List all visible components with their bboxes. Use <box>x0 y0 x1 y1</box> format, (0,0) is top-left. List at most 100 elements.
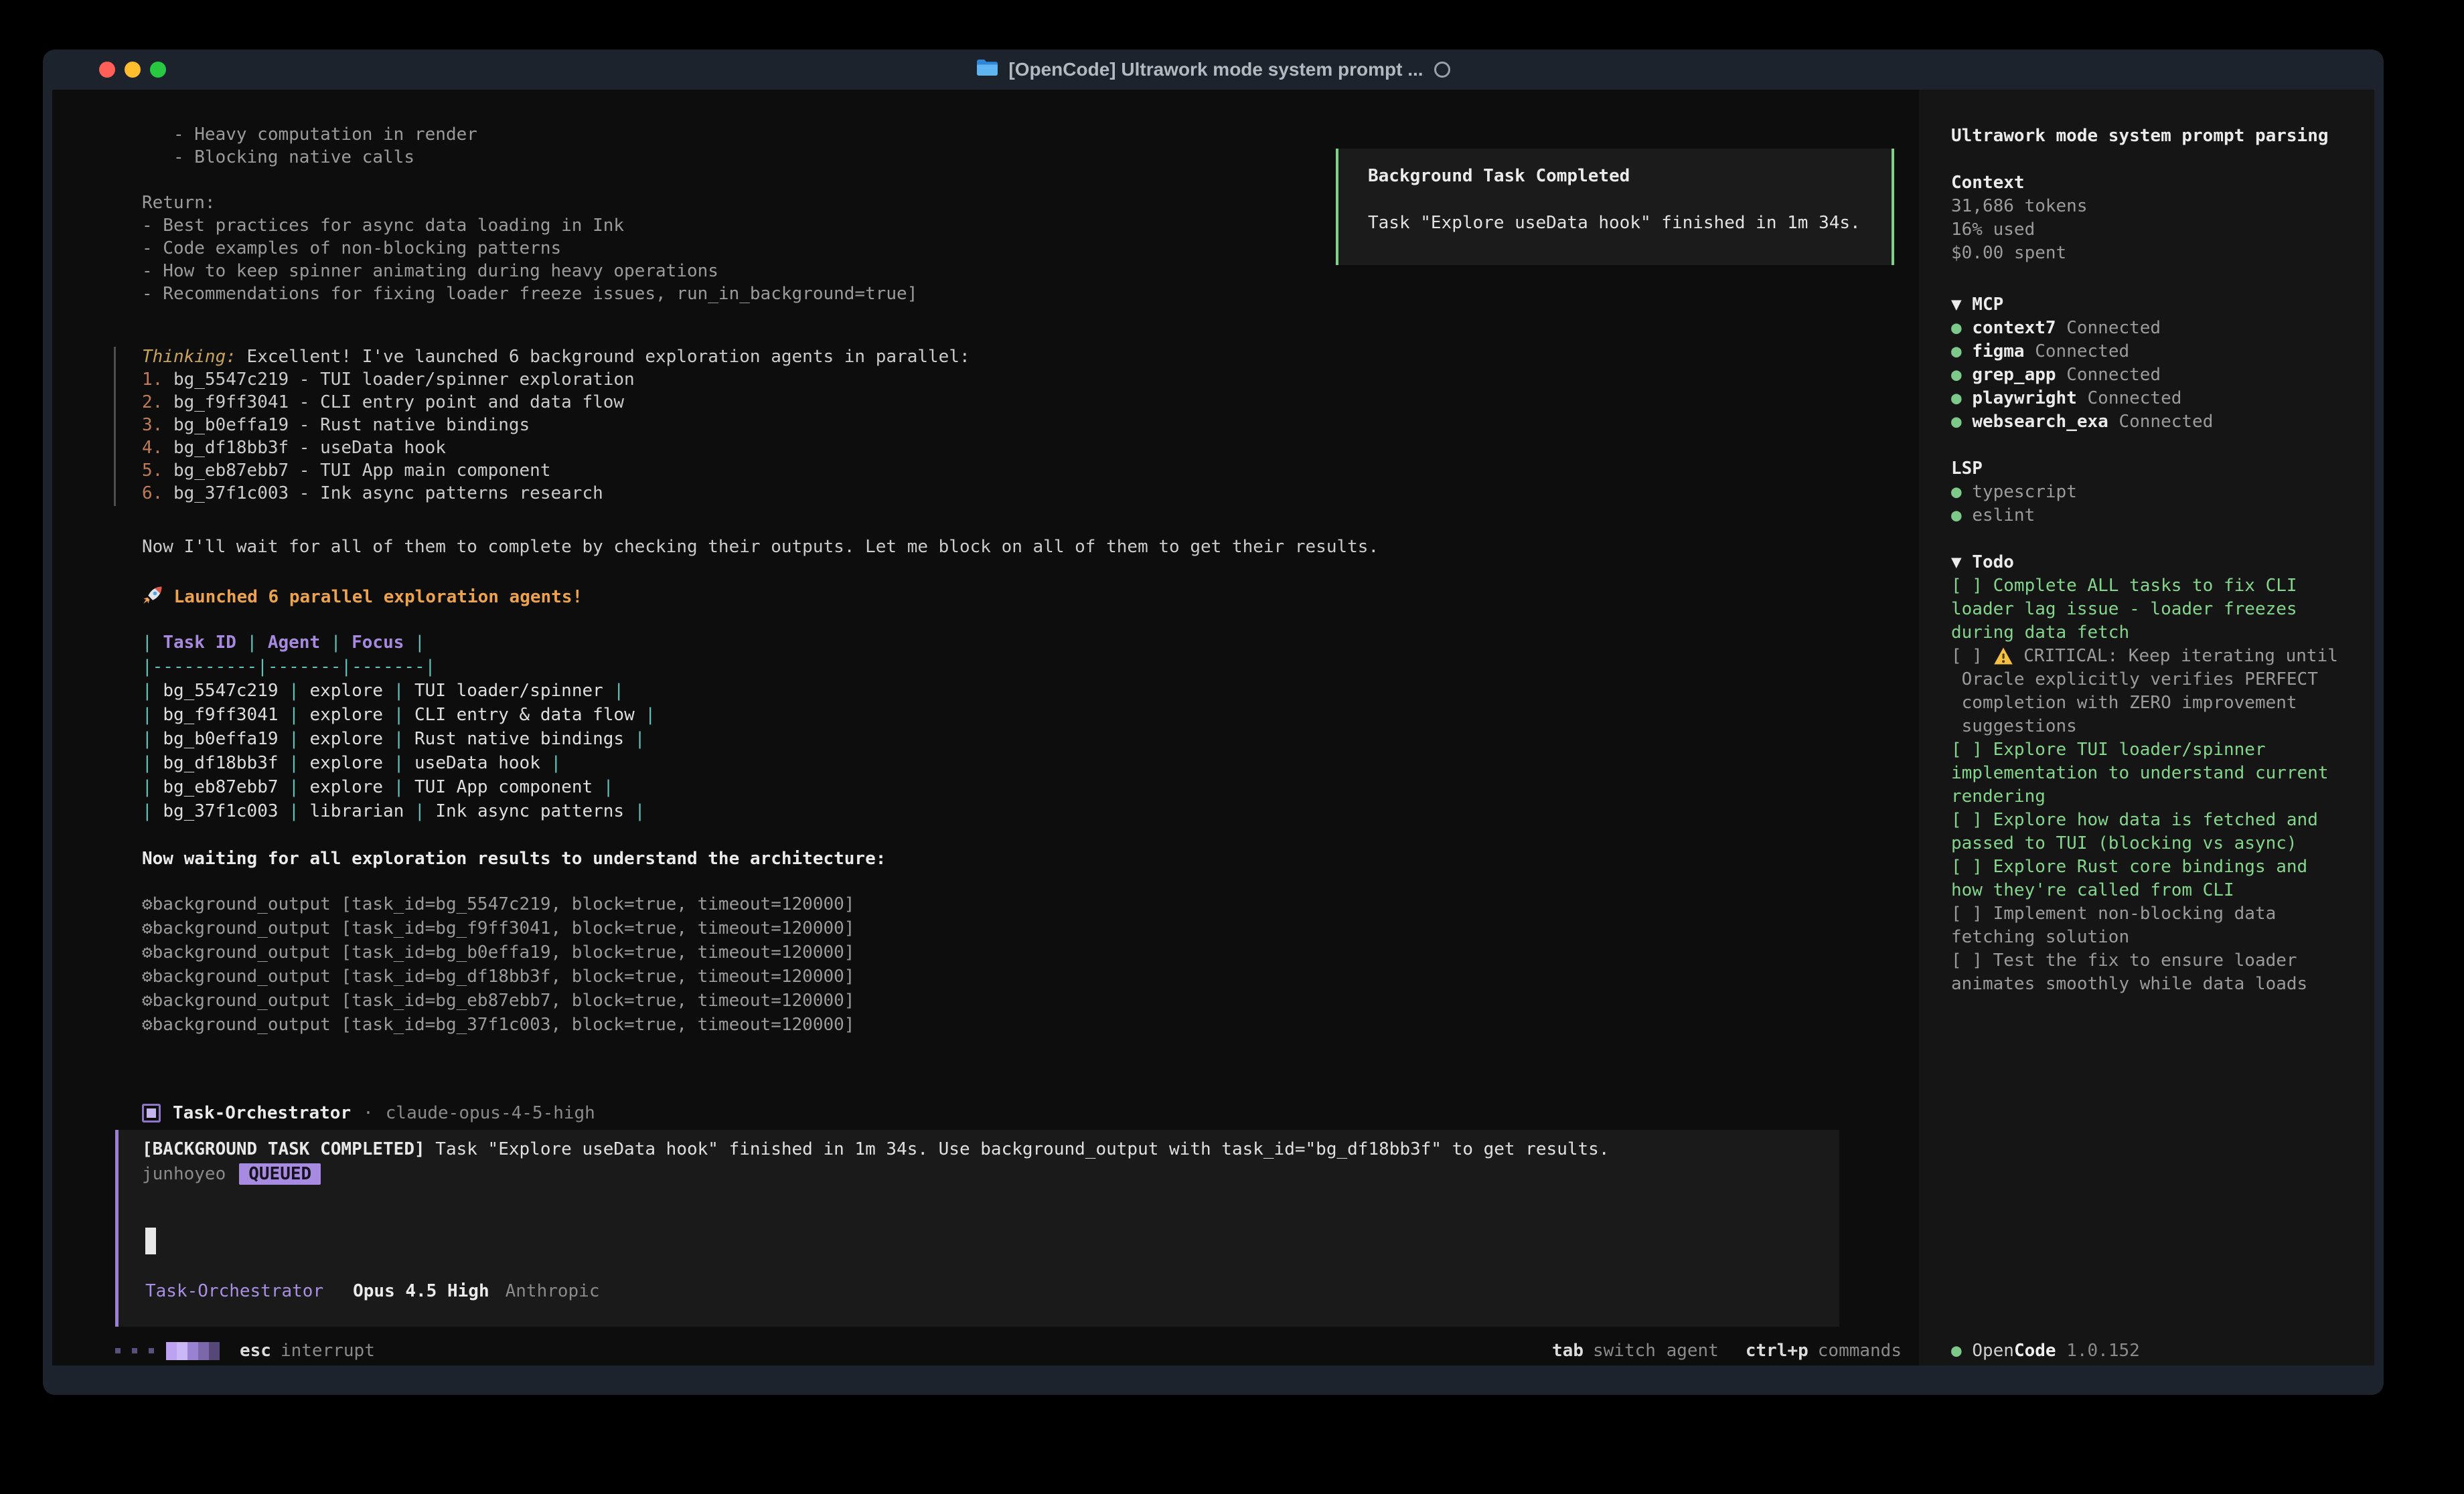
text-segment: | <box>383 681 414 701</box>
text-segment: ● <box>1951 482 1972 502</box>
orchestrator-agent-name: Task-Orchestrator <box>173 1103 351 1123</box>
terminal-content: Task-Orchestrator · claude-opus-4-5-high… <box>52 90 2374 1365</box>
tool-calls-line: ⚙background_output [task_id=bg_f9ff3041,… <box>142 918 854 942</box>
context-stats-line: 16% used <box>1951 220 2088 243</box>
text-segment: | <box>279 753 310 773</box>
text-segment: ● <box>1951 341 1972 361</box>
todo-section: ▼ Todo[ ] Complete ALL tasks to fix CLIl… <box>1951 552 2338 997</box>
text-segment: Excellent! I've launched 6 background ex… <box>236 347 970 367</box>
minimize-button[interactable] <box>125 62 141 78</box>
text-segment: fetching solution <box>1951 927 2129 947</box>
text-segment: $0.00 spent <box>1951 243 2066 263</box>
text-segment: Connected <box>2108 412 2214 432</box>
text-segment: eslint <box>1972 505 2035 525</box>
tool-calls-line: ⚙background_output [task_id=bg_df18bb3f,… <box>142 967 854 991</box>
text-segment: - Heavy computation in render <box>142 124 477 145</box>
title-bar[interactable]: [OpenCode] Ultrawork mode system prompt … <box>43 50 2384 90</box>
text-segment: | <box>279 777 310 797</box>
text-segment: CLI entry & data flow <box>414 705 635 725</box>
text-segment: | <box>593 777 613 797</box>
text-segment: bg_eb87ebb7 <box>163 777 278 797</box>
text-segment: context7 <box>1972 318 2056 338</box>
background-task-toast[interactable]: Background Task Completed Task "Explore … <box>1336 149 1894 265</box>
text-segment: background_output [task_id=bg_b0effa19, … <box>153 942 855 963</box>
context-stats: Context31,686 tokens16% used$0.00 spent <box>1951 173 2088 266</box>
tool-calls: ⚙background_output [task_id=bg_5547c219,… <box>142 894 854 1039</box>
todo-section-line: ▼ Todo <box>1951 552 2338 576</box>
agents-table-line: | bg_5547c219 | explore | TUI loader/spi… <box>142 681 656 705</box>
text-segment: - Recommendations for fixing loader free… <box>142 284 917 304</box>
todo-section-line: [ ] Explore Rust core bindings and <box>1951 857 2338 880</box>
text-segment: [ ] Explore how data is fetched and <box>1951 810 2318 830</box>
todo-section-line: implementation to understand current <box>1951 763 2338 786</box>
todo-section-line: Oracle explicitly verifies PERFECT <box>1951 669 2338 693</box>
background-task-completed-box: [BACKGROUND TASK COMPLETED] Task "Explor… <box>115 1130 1839 1204</box>
text-segment: Connected <box>2056 318 2161 338</box>
text-segment: explore <box>309 705 383 725</box>
completed-detail: Task "Explore useData hook" finished in … <box>425 1139 1610 1159</box>
text-segment: explore <box>309 681 383 701</box>
text-segment: [ ] Explore Rust core bindings and <box>1951 857 2307 877</box>
todo-section-line: rendering <box>1951 786 2338 810</box>
input-agent-name[interactable]: Task-Orchestrator <box>145 1281 323 1301</box>
toast-body: Task "Explore useData hook" finished in … <box>1368 213 1892 233</box>
tool-calls-line: ⚙background_output [task_id=bg_b0effa19,… <box>142 942 854 967</box>
text-segment: | <box>603 681 624 701</box>
completed-message-line: [BACKGROUND TASK COMPLETED] Task "Explor… <box>119 1139 1839 1163</box>
text-segment: | <box>279 681 310 701</box>
text-segment: background_output [task_id=bg_df18bb3f, … <box>153 967 855 987</box>
text-segment: [ ] Test the fix to ensure loader <box>1951 950 2297 971</box>
lsp-section-line: ● typescript <box>1951 482 2077 505</box>
text-segment: ⚙ <box>142 991 153 1011</box>
text-segment: ⚙ <box>142 942 153 963</box>
text-segment: [ ] <box>1951 646 1993 666</box>
input-model-name[interactable]: Opus 4.5 High <box>353 1281 489 1301</box>
text-segment: ⚙ <box>142 1015 153 1035</box>
window-title: [OpenCode] Ultrawork mode system prompt … <box>1008 59 1423 80</box>
text-segment: TUI App component <box>414 777 593 797</box>
context-tail-line: - Code examples of non-blocking patterns <box>142 238 917 261</box>
agents-table-line: | bg_b0effa19 | explore | Rust native bi… <box>142 729 656 753</box>
tab-key-label: switch agent <box>1593 1341 1719 1361</box>
text-segment: explore <box>309 753 383 773</box>
zoom-button[interactable] <box>150 62 166 78</box>
orchestrator-row: Task-Orchestrator · claude-opus-4-5-high <box>142 1100 595 1127</box>
text-segment: ⚙ <box>142 894 153 914</box>
todo-section-line: [ ] Explore how data is fetched and <box>1951 810 2338 833</box>
mcp-section-line: ● context7 Connected <box>1951 318 2213 341</box>
thinking-block-line: 2. bg_f9ff3041 - CLI entry point and dat… <box>142 392 970 415</box>
agents-table-line: | bg_f9ff3041 | explore | CLI entry & da… <box>142 705 656 729</box>
wait-note: Now I'll wait for all of them to complet… <box>142 537 1379 560</box>
todo-section-line: [ ] Test the fix to ensure loader <box>1951 950 2338 974</box>
online-dot-icon: ● <box>1951 1341 1972 1361</box>
text-segment: ● <box>1951 412 1972 432</box>
context-stats-line: $0.00 spent <box>1951 243 2088 266</box>
input-provider-name: Anthropic <box>506 1281 600 1301</box>
close-button[interactable] <box>99 62 115 78</box>
text-segment: 5. <box>142 461 173 481</box>
text-segment: Launched 6 parallel exploration agents! <box>163 587 583 607</box>
todo-section-line: loader lag issue - loader freezes <box>1951 599 2338 622</box>
text-segment: - Code examples of non-blocking patterns <box>142 238 561 258</box>
todo-section-line: [ ] CRITICAL: Keep iterating until <box>1951 646 2338 669</box>
text-segment: ⚙ <box>142 967 153 987</box>
text-segment: | <box>540 753 561 773</box>
text-segment: animates smoothly while data loads <box>1951 974 2307 994</box>
text-segment: bg_eb87ebb7 - TUI App main component <box>173 461 551 481</box>
prompt-input-box[interactable]: Task-Orchestrator Opus 4.5 High Anthropi… <box>115 1204 1839 1327</box>
ctrlp-keycap: ctrl+p <box>1746 1341 1808 1361</box>
text-segment: 16% used <box>1951 220 2035 240</box>
status-circle-icon <box>1434 62 1450 78</box>
text-segment: during data fetch <box>1951 622 2129 643</box>
text-segment: ● <box>1951 505 1972 525</box>
thinking-block-line: 3. bg_b0effa19 - Rust native bindings <box>142 415 970 438</box>
todo-section-line: fetching solution <box>1951 927 2338 950</box>
warn-icon <box>1993 646 2013 666</box>
wait-note-line: Now I'll wait for all of them to complet… <box>142 537 1379 560</box>
text-segment: bg_37f1c003 - Ink async patterns researc… <box>173 483 603 503</box>
completed-meta-line: junhoyeoQUEUED <box>119 1163 1839 1187</box>
queued-badge: QUEUED <box>239 1163 321 1185</box>
tool-calls-line: ⚙background_output [task_id=bg_eb87ebb7,… <box>142 991 854 1015</box>
text-segment: |----------|-------|-------| <box>142 657 435 677</box>
app-name-open: Open <box>1972 1341 2014 1361</box>
